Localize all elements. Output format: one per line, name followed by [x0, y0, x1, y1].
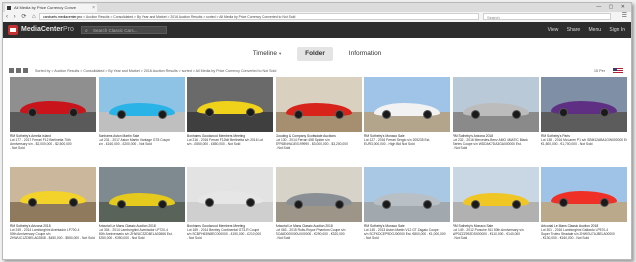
card-caption: RM Sotheby's Monaco Sale Lot 145 - 2013 A… [364, 224, 450, 240]
browser-tab[interactable]: All Media by Price Currency Conve × [5, 4, 97, 12]
card-caption: Bonhams Goodwood Members Meeting Lot 169 … [187, 224, 273, 240]
car-thumbnail[interactable] [275, 77, 362, 132]
car-icon [551, 101, 617, 117]
car-thumbnail[interactable] [541, 167, 627, 222]
caption-line: - Not Sold [187, 236, 202, 240]
car-thumbnail[interactable] [364, 77, 450, 132]
card-caption: Bonhams Goodwood Members Meeting Lot 216 … [187, 134, 273, 146]
app-header: MediaCenterPro ⌕ Search Classic Cars... V… [3, 22, 631, 38]
car-thumbnail[interactable] [187, 77, 273, 132]
car-thumbnail[interactable] [98, 167, 185, 222]
thumbnail-ground [187, 202, 273, 222]
card-caption: RM Sotheby's Arizona 2018 Lot 232 - 2016 … [453, 134, 539, 150]
caption-line: - Not Sold [452, 236, 468, 240]
caption-line: ZHWUC1ZD5ELA02808 - $450,000 - $550,000 … [10, 236, 95, 240]
breadcrumb-row: Sorted by > Auction Results > Consolidat… [9, 67, 625, 75]
car-thumbnail[interactable] [452, 167, 539, 222]
chevron-down-icon: ▾ [279, 51, 282, 56]
car-icon [285, 193, 352, 209]
list-view-icon[interactable] [16, 68, 21, 73]
per-page-select[interactable]: 15 Per [594, 67, 605, 75]
car-icon [20, 101, 86, 117]
url-host: carcharts.mediacenter.pro [43, 15, 83, 19]
thumbnail-ground [10, 112, 96, 132]
nav-view[interactable]: View [548, 27, 559, 33]
tab-title: All Media by Price Currency Conve [14, 5, 77, 10]
card-caption: Gooding & Company Scottsdale Auctions Lot… [276, 134, 362, 150]
mediacenter-logo-icon [8, 25, 18, 35]
car-icon [374, 103, 440, 119]
car-thumbnail[interactable] [364, 167, 450, 222]
caption-line: s/n - £550,000 - £650,000 - Not Sold [187, 142, 241, 146]
caption-line: €1,500,000 - €1,700,000 - Not Sold [541, 142, 593, 146]
app-logo-text[interactable]: MediaCenterPro [21, 22, 74, 38]
thumbnail-ground [541, 112, 627, 132]
url-path: > Auction Results > Consolidated > By Ye… [82, 15, 296, 19]
favicon-icon [7, 6, 11, 10]
card-caption: Artcurial Le Mans Classic Auction 2018 Lo… [276, 224, 362, 240]
card-caption: RM Sotheby's Monaco Sale Lot 149 - 2012 P… [453, 224, 539, 240]
close-tab-icon[interactable]: × [92, 4, 95, 12]
browser-menu-icon[interactable]: ☰ [622, 12, 627, 21]
top-nav: View Share Menu Sign In [541, 22, 625, 38]
car-icon [462, 103, 529, 119]
card-caption: RM Sotheby's Amelia Island Lot 177 - 2017… [10, 134, 96, 150]
browser-search-input[interactable]: Search [483, 13, 611, 20]
card-caption: RM Sotheby's Paris Lot 138 - 2016 McLaren… [541, 134, 627, 146]
thumbnail-ground [187, 112, 273, 132]
car-thumbnail[interactable] [275, 167, 362, 222]
nav-sign-in[interactable]: Sign In [609, 27, 625, 33]
car-icon [374, 193, 440, 209]
window-controls[interactable]: — ▢ ✕ [596, 3, 628, 11]
view-tabs: Timeline ▾ Folder Information [3, 47, 631, 61]
caption-line: - Not Sold [452, 146, 468, 150]
folder-icon[interactable] [23, 68, 28, 73]
car-icon [108, 103, 175, 119]
caption-line: - €130,000 - €160,000 - Not Sold [541, 236, 590, 240]
car-icon [108, 193, 175, 209]
car-icon [197, 101, 263, 117]
app-search-input[interactable]: ⌕ Search Classic Cars... [81, 26, 167, 34]
car-thumbnail[interactable] [10, 77, 96, 132]
card-caption: Artcurial Le Mans Classic Auction 2018 Lo… [99, 224, 185, 240]
nav-buttons[interactable]: ‹ › ⟳ ⌂ [6, 13, 38, 21]
caption-line: - Not Sold [364, 236, 379, 240]
car-icon [462, 193, 529, 209]
caption-line: - Not Sold [275, 146, 291, 150]
caption-line: EUR3,000,000 - High Bid Not Sold [364, 142, 415, 146]
car-icon [551, 191, 617, 207]
car-thumbnail[interactable] [541, 77, 627, 132]
nav-menu[interactable]: Menu [589, 27, 602, 33]
us-flag-icon[interactable] [613, 68, 623, 74]
caption-line: €250,000 - €350,000 - Not Sold [98, 236, 145, 240]
caption-line: - Not Sold [10, 146, 25, 150]
car-icon [285, 103, 352, 119]
tab-bar: All Media by Price Currency Conve × — ▢ … [3, 3, 631, 12]
car-thumbnail[interactable] [98, 77, 185, 132]
card-caption: Bonhams Aston Martin Sale Lot 231 - 2017 … [99, 134, 185, 146]
thumbnail-ground [541, 202, 627, 222]
thumbnail-ground [10, 202, 96, 222]
tab-folder[interactable]: Folder [297, 47, 333, 61]
car-thumbnail[interactable] [452, 77, 539, 132]
card-caption: Artcurial Le Mans Classic Auction 2018 Lo… [541, 224, 627, 240]
car-icon [20, 191, 86, 207]
caption-line: - Not Sold [275, 236, 291, 240]
search-icon: ⌕ [85, 28, 88, 34]
grid-view-icon[interactable] [9, 68, 14, 73]
card-caption: RM Sotheby's Arizona 2018 Lot 249 - 2014 … [10, 224, 96, 240]
car-icon [197, 191, 263, 207]
url-input[interactable]: carcharts.mediacenter.pro > Auction Resu… [39, 13, 479, 20]
nav-share[interactable]: Share [567, 27, 580, 33]
tab-information[interactable]: Information [341, 47, 390, 61]
card-caption: RM Sotheby's Monaco Sale Lot 127 - 2016 F… [364, 134, 450, 146]
car-thumbnail[interactable] [10, 167, 96, 222]
car-thumbnail[interactable] [187, 167, 273, 222]
breadcrumb[interactable]: Sorted by > Auction Results > Consolidat… [35, 67, 276, 75]
tab-timeline[interactable]: Timeline ▾ [245, 47, 290, 61]
caption-line: s/n - £160,000 - £200,000 - Not Sold [98, 142, 152, 146]
browser-window: All Media by Price Currency Conve × — ▢ … [2, 2, 632, 260]
